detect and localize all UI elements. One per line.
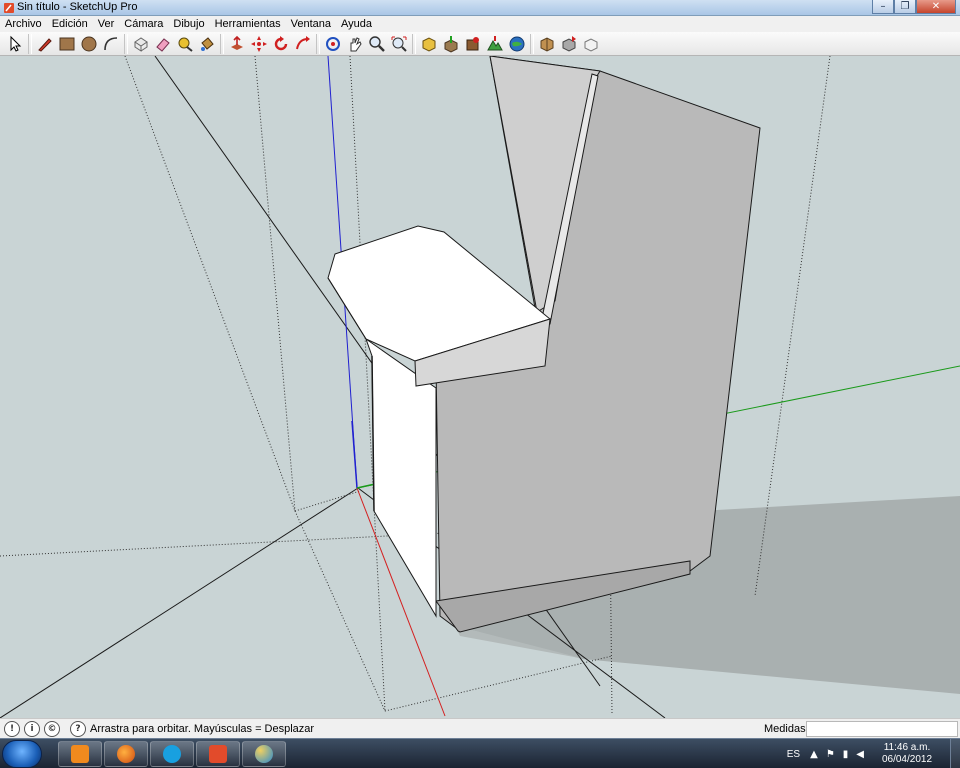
toolbar-separator	[220, 33, 224, 54]
window-controls: – ❐ ✕	[872, 0, 956, 14]
model-canvas	[0, 56, 960, 718]
geo-location-icon[interactable]: !	[4, 720, 20, 737]
sketchup-icon[interactable]	[196, 741, 240, 767]
show-desktop-button[interactable]	[950, 739, 960, 768]
menu-camara[interactable]: Cámara	[119, 16, 168, 32]
clock-time: 11:46 a.m.	[883, 742, 931, 753]
status-bar: ! i © ? Arrastra para orbitar. Mayúscula…	[0, 718, 960, 738]
language-indicator[interactable]: ES	[787, 749, 800, 760]
network-icon[interactable]: ▮	[843, 749, 849, 760]
follow-me-icon[interactable]	[292, 33, 314, 55]
start-button[interactable]	[2, 740, 42, 768]
show-hidden-icons-icon[interactable]: ▲	[810, 749, 818, 760]
warehouse-icon[interactable]	[580, 33, 602, 55]
maximize-button[interactable]: ❐	[894, 0, 916, 14]
window-title: Sin título - SketchUp Pro	[17, 1, 138, 13]
toolbar-separator	[124, 33, 128, 54]
toolbar-separator	[28, 33, 32, 54]
blue-axis-short	[351, 420, 358, 489]
menu-ventana[interactable]: Ventana	[286, 16, 336, 32]
drawing-viewport[interactable]	[0, 56, 960, 718]
menu-herramientas[interactable]: Herramientas	[210, 16, 286, 32]
help-icon[interactable]: ?	[70, 720, 86, 737]
menu-edicion[interactable]: Edición	[47, 16, 93, 32]
menu-archivo[interactable]: Archivo	[0, 16, 47, 32]
preview-google-earth-icon[interactable]	[506, 33, 528, 55]
close-button[interactable]: ✕	[916, 0, 956, 14]
system-tray: ES ▲ ⚑ ▮ ◀ 11:46 a.m. 06/04/2012	[787, 739, 960, 768]
share-model-icon[interactable]	[440, 33, 462, 55]
title-bar: Sin título - SketchUp Pro – ❐ ✕	[0, 0, 960, 16]
eraser-icon[interactable]	[152, 33, 174, 55]
menu-bar: Archivo Edición Ver Cámara Dibujo Herram…	[0, 16, 960, 32]
minimize-button[interactable]: –	[872, 0, 894, 14]
orbit-icon[interactable]	[322, 33, 344, 55]
rectangle-icon[interactable]	[56, 33, 78, 55]
circle-icon[interactable]	[78, 33, 100, 55]
taskbar: ES ▲ ⚑ ▮ ◀ 11:46 a.m. 06/04/2012	[0, 738, 960, 768]
toggle-terrain-icon[interactable]	[484, 33, 506, 55]
menu-dibujo[interactable]: Dibujo	[168, 16, 209, 32]
clock[interactable]: 11:46 a.m. 06/04/2012	[872, 742, 942, 766]
sketchup-logo-icon	[4, 3, 14, 13]
zoom-icon[interactable]	[366, 33, 388, 55]
volume-icon[interactable]: ◀	[856, 749, 864, 760]
select-icon[interactable]	[4, 33, 26, 55]
move-icon[interactable]	[248, 33, 270, 55]
get-photo-texture-icon[interactable]	[536, 33, 558, 55]
action-center-icon[interactable]: ⚑	[826, 749, 835, 760]
pan-icon[interactable]	[344, 33, 366, 55]
status-hint: Arrastra para orbitar. Mayúsculas = Desp…	[90, 722, 315, 735]
green-axis-short	[356, 483, 376, 489]
share-component-icon[interactable]	[558, 33, 580, 55]
toolbar-separator	[530, 33, 534, 54]
rotate-icon[interactable]	[270, 33, 292, 55]
add-location-icon[interactable]	[462, 33, 484, 55]
tape-measure-icon[interactable]	[174, 33, 196, 55]
paint-icon[interactable]	[242, 741, 286, 767]
measurements-input[interactable]	[806, 721, 958, 737]
clock-date: 06/04/2012	[881, 754, 933, 765]
main-toolbar	[0, 32, 960, 56]
arc-icon[interactable]	[100, 33, 122, 55]
firefox-icon[interactable]	[104, 741, 148, 767]
paint-bucket-icon[interactable]	[196, 33, 218, 55]
measurements-label: Medidas	[764, 723, 806, 735]
credits-icon[interactable]: i	[24, 720, 40, 737]
zoom-extents-icon[interactable]	[388, 33, 410, 55]
skype-icon[interactable]	[150, 741, 194, 767]
push-pull-icon[interactable]	[226, 33, 248, 55]
toolbar-separator	[316, 33, 320, 54]
toolbar-separator	[412, 33, 416, 54]
pencil-icon[interactable]	[34, 33, 56, 55]
menu-ayuda[interactable]: Ayuda	[336, 16, 377, 32]
copyright-icon[interactable]: ©	[44, 720, 60, 737]
menu-ver[interactable]: Ver	[93, 16, 120, 32]
get-models-icon[interactable]	[418, 33, 440, 55]
media-player-icon[interactable]	[58, 741, 102, 767]
make-component-icon[interactable]	[130, 33, 152, 55]
